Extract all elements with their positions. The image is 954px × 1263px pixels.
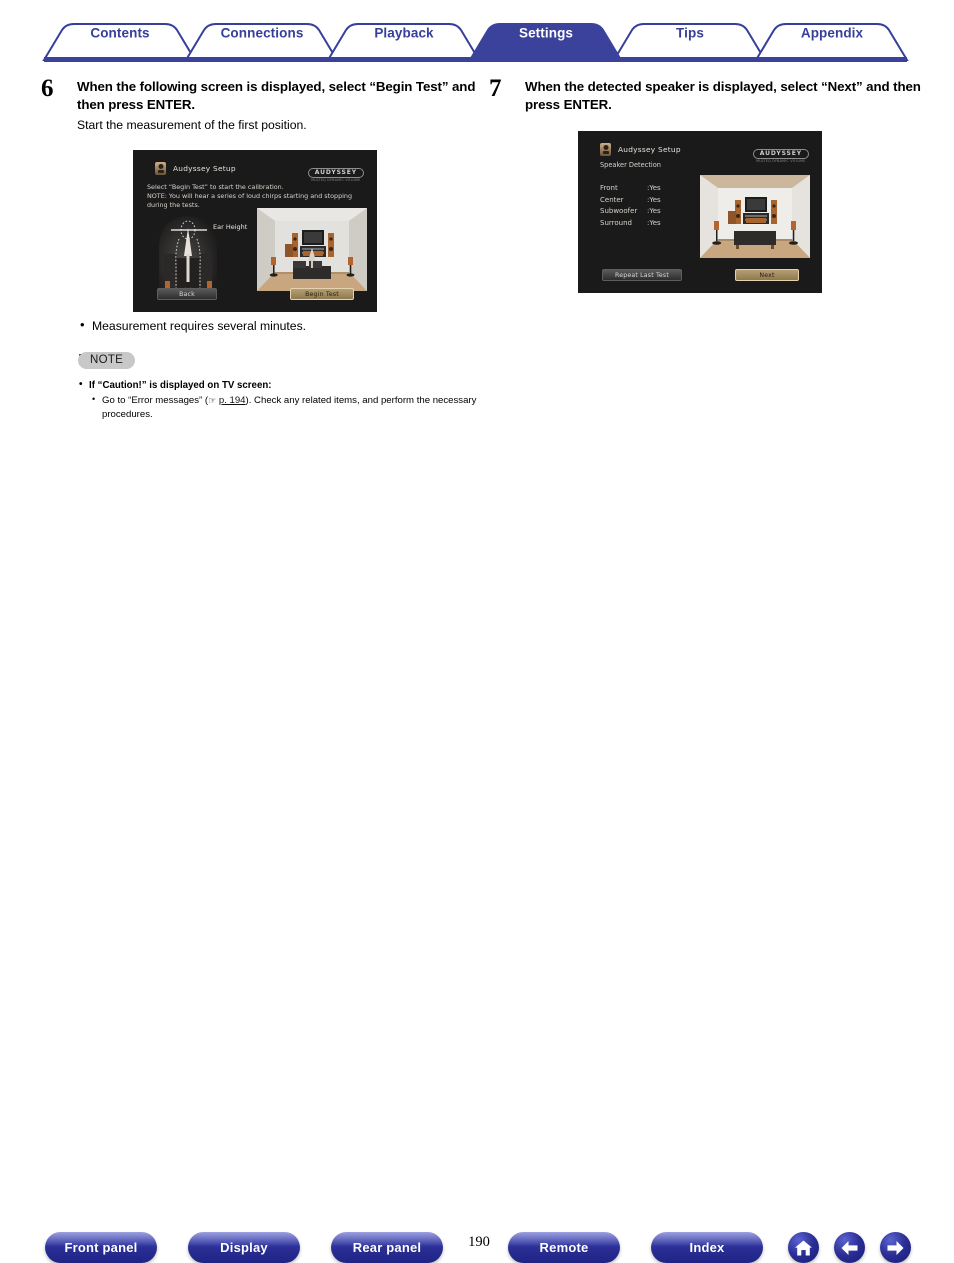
page-194-link[interactable]: p. 194 xyxy=(219,395,246,406)
step-6-subtitle: Start the measurement of the first posit… xyxy=(77,118,307,132)
pointing-hand-icon: ☞ xyxy=(208,395,217,406)
speaker-detection-label: Speaker Detection xyxy=(600,161,661,169)
audyssey-speaker-detection-screenshot: Audyssey Setup AUDYSSEY MULTEQ DYNAMIC V… xyxy=(578,131,822,293)
room-illustration-right xyxy=(700,175,810,258)
osd-next-button[interactable]: Next xyxy=(735,269,799,281)
audyssey-logo-text: AUDYSSEY xyxy=(307,167,364,178)
footer-front-panel-button[interactable]: Front panel xyxy=(45,1232,157,1263)
footer-rear-panel-button[interactable]: Rear panel xyxy=(331,1232,443,1263)
next-page-icon[interactable] xyxy=(880,1232,911,1263)
detection-value: :Yes xyxy=(647,195,661,204)
audyssey-app-icon xyxy=(155,162,166,175)
detection-row-surround: Surround :Yes xyxy=(600,218,677,230)
note-badge-label: NOTE xyxy=(78,352,136,369)
detection-row-subwoofer: Subwoofer :Yes xyxy=(600,206,677,218)
tab-contents[interactable]: Contents xyxy=(90,26,149,41)
step-6-number: 6 xyxy=(41,75,54,102)
detection-value: :Yes xyxy=(647,207,661,215)
detection-name: Center xyxy=(600,195,624,204)
tab-connections[interactable]: Connections xyxy=(221,26,304,41)
previous-page-icon[interactable] xyxy=(834,1232,865,1263)
audyssey-logo-left: AUDYSSEY MULTEQ DYNAMIC VOLUME xyxy=(307,161,364,183)
left-arrow-glyph xyxy=(841,1240,858,1255)
footer-display-button[interactable]: Display xyxy=(188,1232,300,1263)
home-glyph xyxy=(795,1240,812,1255)
measurement-time-bullet: Measurement requires several minutes. xyxy=(76,317,492,334)
audyssey-begin-test-screenshot: Audyssey Setup AUDYSSEY MULTEQ DYNAMIC V… xyxy=(133,150,377,312)
osd-header-right: Audyssey Setup xyxy=(600,143,681,156)
room-illustration-left xyxy=(257,208,367,291)
tab-appendix[interactable]: Appendix xyxy=(801,26,863,41)
tab-tips[interactable]: Tips xyxy=(676,26,704,41)
step-7-title: When the detected speaker is displayed, … xyxy=(525,79,921,112)
page-number: 190 xyxy=(468,1234,490,1250)
detection-value: :Yes xyxy=(647,184,661,192)
audyssey-logo-text: AUDYSSEY xyxy=(752,148,809,159)
top-tab-bar: Contents Connections Playback Settings T… xyxy=(0,0,954,62)
speaker-detection-list: Front :Yes Center :Yes Subwoofer :Yes Su… xyxy=(600,183,677,229)
ear-height-figure: Ear Height xyxy=(151,208,248,296)
footer-remote-button[interactable]: Remote xyxy=(508,1232,620,1263)
step-6-title: When the following screen is displayed, … xyxy=(77,79,476,112)
detection-value: :Yes xyxy=(647,218,661,227)
ear-height-label: Ear Height xyxy=(213,223,248,231)
step-6-column: 6 When the following screen is displayed… xyxy=(36,75,488,420)
detection-name: Front xyxy=(600,184,618,192)
tab-playback[interactable]: Playback xyxy=(374,26,433,41)
osd-begin-test-button[interactable]: Begin Test xyxy=(290,288,354,300)
step-7-column: 7 When the detected speaker is displayed… xyxy=(484,75,936,293)
note-error-messages-line: Go to “Error messages” (☞ p. 194). Check… xyxy=(78,393,502,421)
audyssey-app-icon xyxy=(600,143,611,156)
osd-app-title: Audyssey Setup xyxy=(173,164,236,173)
detection-row-front: Front :Yes xyxy=(600,183,677,195)
home-icon[interactable] xyxy=(788,1232,819,1263)
audyssey-logo-right: AUDYSSEY MULTEQ DYNAMIC VOLUME xyxy=(752,142,809,164)
osd-instruction-text: Select “Begin Test” to start the calibra… xyxy=(147,183,353,209)
footer-bar: Front panel Display Rear panel Remote In… xyxy=(0,612,954,1263)
osd-header-left: Audyssey Setup xyxy=(155,162,236,175)
right-arrow-glyph xyxy=(887,1240,904,1255)
detection-name: Subwoofer xyxy=(600,207,638,215)
audyssey-logo-subtext: MULTEQ DYNAMIC VOLUME xyxy=(756,159,806,164)
detection-row-center: Center :Yes xyxy=(600,195,677,207)
osd-app-title: Audyssey Setup xyxy=(618,145,681,154)
detection-name: Surround xyxy=(600,218,632,227)
step-7-number: 7 xyxy=(489,75,502,102)
osd-back-button[interactable]: Back xyxy=(157,288,217,300)
osd-repeat-last-test-button[interactable]: Repeat Last Test xyxy=(602,269,682,281)
step-7-block: 7 When the detected speaker is displayed… xyxy=(484,75,936,113)
footer-index-button[interactable]: Index xyxy=(651,1232,763,1263)
step-6-block: 6 When the following screen is displayed… xyxy=(36,75,488,134)
tab-settings[interactable]: Settings xyxy=(519,26,573,41)
note-caution-heading: If “Caution!” is displayed on TV screen: xyxy=(78,378,489,393)
note-line2-pre: Go to “Error messages” ( xyxy=(102,395,209,406)
